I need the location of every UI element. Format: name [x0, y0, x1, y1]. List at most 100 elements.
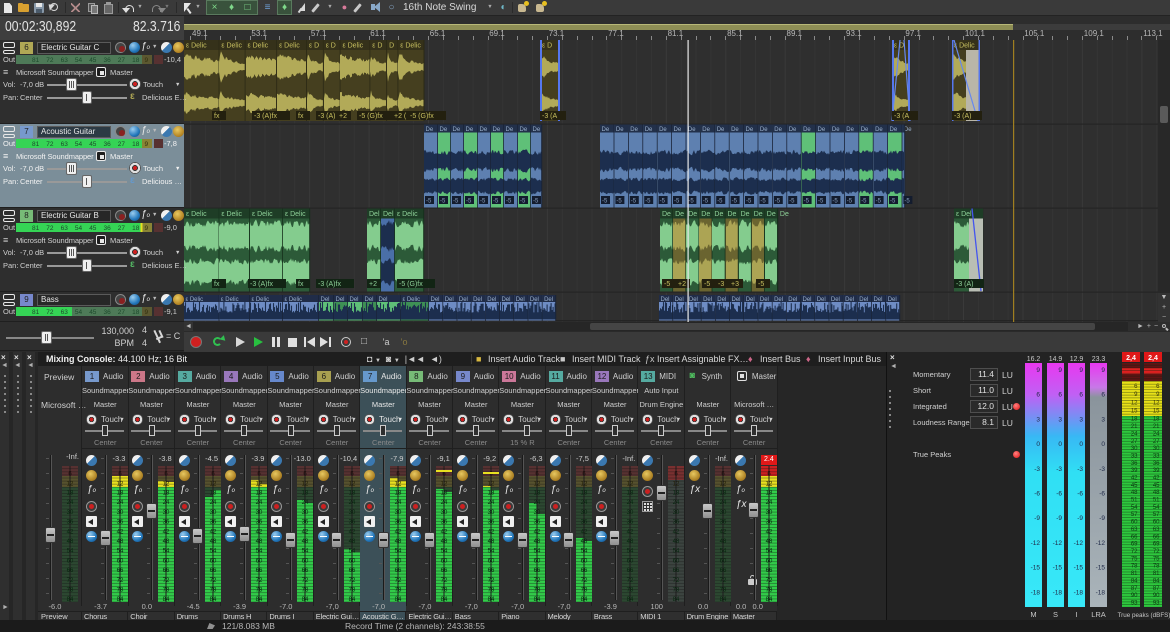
- svg-text:66: 66: [163, 568, 170, 574]
- svg-text:Del: Del: [717, 297, 726, 303]
- svg-text:-5 (G)fx: -5 (G)fx: [359, 113, 383, 120]
- svg-text:-5: -5: [480, 199, 486, 205]
- svg-text:84: 84: [302, 597, 309, 602]
- svg-text:36: 36: [441, 520, 448, 526]
- svg-text:De: De: [520, 127, 528, 133]
- svg-text:Del: Del: [383, 211, 394, 218]
- svg-text:93: 93: [1153, 600, 1160, 606]
- svg-text:ε Delic: ε Delic: [252, 297, 270, 303]
- svg-text:66: 66: [534, 568, 541, 574]
- svg-text:-5: -5: [466, 199, 472, 205]
- svg-text:De: De: [702, 127, 710, 133]
- svg-text:48: 48: [348, 539, 355, 545]
- svg-text:-3: -3: [1099, 466, 1105, 473]
- svg-text:3: 3: [1079, 416, 1083, 423]
- svg-text:72: 72: [348, 578, 355, 584]
- svg-text:54: 54: [75, 225, 83, 232]
- svg-text:30: 30: [580, 510, 587, 516]
- svg-text:18: 18: [487, 491, 494, 497]
- svg-text:42: 42: [627, 529, 634, 535]
- svg-text:27: 27: [1131, 439, 1138, 445]
- svg-text:84: 84: [163, 597, 170, 602]
- svg-text:42: 42: [1153, 476, 1160, 482]
- svg-text:-12: -12: [1053, 540, 1063, 547]
- svg-text:-5: -5: [674, 199, 680, 205]
- svg-text:9: 9: [1036, 367, 1040, 374]
- svg-text:6: 6: [1101, 392, 1105, 399]
- svg-text:18: 18: [766, 491, 773, 497]
- svg-text:De: De: [767, 211, 776, 218]
- svg-text:63: 63: [61, 225, 69, 232]
- svg-text:27: 27: [1153, 439, 1160, 445]
- svg-text:69: 69: [1131, 542, 1138, 548]
- svg-text:Del: Del: [473, 297, 482, 303]
- svg-text:-5 (G)fx: -5 (G)fx: [399, 281, 423, 288]
- svg-text:72: 72: [117, 578, 124, 584]
- svg-text:-5: -5: [616, 199, 622, 205]
- svg-text:ε D: ε D: [542, 43, 552, 50]
- svg-text:-5: -5: [760, 199, 766, 205]
- svg-text:+2: +2: [339, 113, 347, 120]
- svg-text:De: De: [890, 127, 898, 133]
- svg-text:ε D: ε D: [309, 43, 319, 50]
- svg-text:48: 48: [117, 539, 124, 545]
- svg-text:30: 30: [487, 510, 494, 516]
- svg-text:54: 54: [395, 549, 402, 555]
- svg-text:-5: -5: [818, 199, 824, 205]
- svg-text:48: 48: [487, 539, 494, 545]
- svg-text:Del: Del: [888, 297, 897, 303]
- svg-text:60: 60: [441, 558, 448, 564]
- svg-text:42: 42: [719, 529, 726, 535]
- svg-text:66: 66: [1131, 534, 1138, 540]
- svg-text:30: 30: [1153, 446, 1160, 452]
- svg-text:-9: -9: [1099, 515, 1105, 522]
- svg-text:3: 3: [1101, 416, 1105, 423]
- svg-text:De: De: [453, 127, 461, 133]
- svg-text:60: 60: [256, 558, 263, 564]
- svg-text:60: 60: [1153, 520, 1160, 526]
- svg-text:42: 42: [163, 529, 170, 535]
- svg-text:-5: -5: [890, 199, 896, 205]
- svg-text:33: 33: [1153, 454, 1160, 460]
- svg-text:60: 60: [302, 558, 309, 564]
- svg-text:12: 12: [348, 482, 355, 488]
- svg-text:De: De: [717, 127, 725, 133]
- svg-text:-5: -5: [520, 199, 526, 205]
- svg-text:72: 72: [46, 309, 54, 316]
- svg-text:12: 12: [441, 482, 448, 488]
- svg-text:72: 72: [302, 578, 309, 584]
- svg-text:-12: -12: [1031, 540, 1041, 547]
- svg-text:23.3: 23.3: [1092, 356, 1106, 363]
- svg-text:De: De: [861, 127, 869, 133]
- svg-text:-5: -5: [832, 199, 838, 205]
- svg-text:-5: -5: [861, 199, 867, 205]
- svg-text:72: 72: [441, 578, 448, 584]
- svg-text:Del: Del: [530, 297, 539, 303]
- svg-text:54: 54: [673, 549, 680, 555]
- svg-text:-18: -18: [1031, 589, 1041, 596]
- svg-text:De: De: [875, 127, 883, 133]
- svg-text:Del: Del: [516, 297, 525, 303]
- svg-text:ε Delic: ε Delic: [279, 43, 300, 50]
- svg-text:6: 6: [1079, 392, 1083, 399]
- svg-text:-3 (A): -3 (A): [956, 281, 974, 288]
- svg-text:3: 3: [1058, 416, 1062, 423]
- svg-text:72: 72: [46, 141, 54, 148]
- svg-text:-5: -5: [631, 199, 637, 205]
- svg-text:18: 18: [117, 491, 124, 497]
- svg-text:18: 18: [441, 491, 448, 497]
- svg-text:30: 30: [256, 510, 263, 516]
- svg-text:84: 84: [766, 597, 773, 602]
- svg-text:84: 84: [256, 597, 263, 602]
- svg-text:60: 60: [534, 558, 541, 564]
- svg-text:Del: Del: [445, 297, 454, 303]
- svg-text:36: 36: [1153, 461, 1160, 467]
- svg-text:42: 42: [441, 529, 448, 535]
- svg-text:84: 84: [395, 597, 402, 602]
- svg-text:De: De: [760, 127, 768, 133]
- svg-text:15: 15: [1153, 409, 1160, 415]
- svg-text:42: 42: [302, 529, 309, 535]
- svg-text:21: 21: [1153, 424, 1160, 430]
- svg-text:24: 24: [441, 500, 448, 506]
- svg-text:42: 42: [487, 529, 494, 535]
